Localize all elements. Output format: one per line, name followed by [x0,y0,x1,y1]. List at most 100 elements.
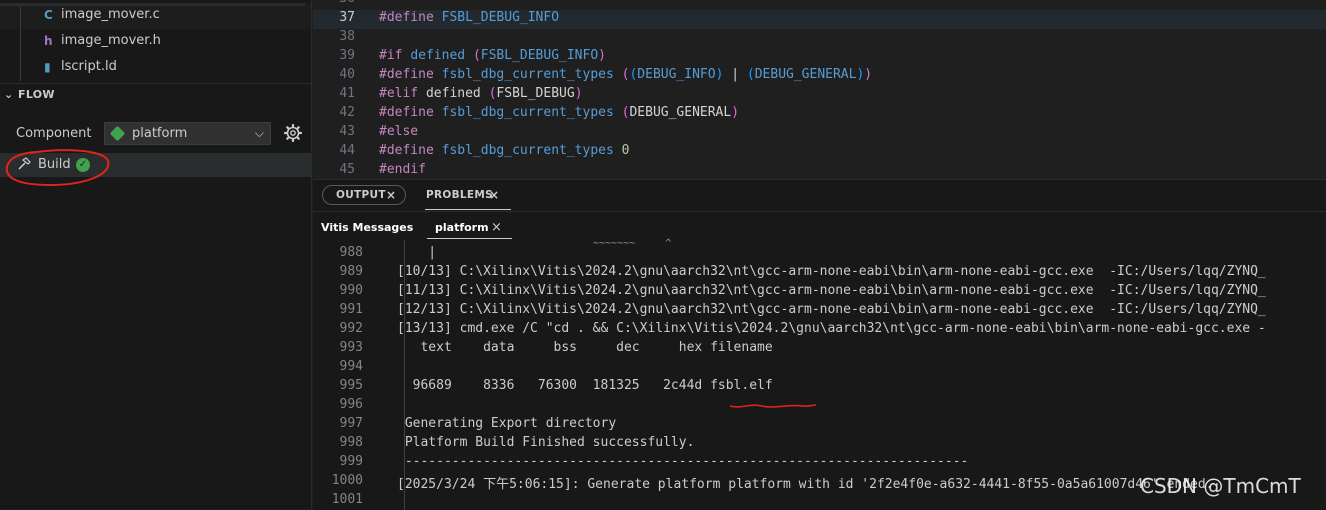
output-line-number: 989 [339,264,363,279]
output-line-number: 994 [339,359,363,374]
tree-indent-guide [20,29,21,55]
bottom-panel: OUTPUT × PROBLEMS × Vitis Messages platf… [313,179,1326,510]
output-line-number: 992 [339,321,363,336]
file-item-image-mover-c[interactable]: C image_mover.c [0,3,311,29]
tab-label: PROBLEMS [426,189,493,201]
component-label: Component [16,126,92,141]
close-icon[interactable]: × [489,188,499,202]
subtab-platform[interactable]: platform [435,221,489,234]
code-token: #define [379,105,442,120]
platform-icon [109,125,126,142]
close-icon[interactable]: × [491,220,502,235]
tab-label: OUTPUT [336,189,386,201]
output-line: 997 Generating Export directory [313,416,1326,435]
subtab-vitis-messages[interactable]: Vitis Messages [321,221,413,234]
code-text: #if defined (FSBL_DEBUG_INFO) [379,48,606,63]
output-line: 991 [12/13] C:\Xilinx\Vitis\2024.2\gnu\aa… [313,302,1326,321]
code-token: #elif [379,86,426,101]
output-line-number: 993 [339,340,363,355]
line-number: 38 [339,29,355,44]
code-token: ) [598,48,606,63]
output-text: [13/13] cmd.exe /C "cd . && C:\Xilinx\Vi… [397,321,1266,336]
line-number: 44 [339,143,355,158]
code-token: ( [746,67,755,82]
component-select[interactable]: platform ⌵ [104,122,271,145]
code-text: #define fsbl_dbg_current_types (DEBUG_GE… [379,105,739,120]
line-number: 36 [313,0,355,6]
output-line-number: 1001 [331,492,363,507]
code-token: fsbl_dbg_current_types [441,105,622,120]
code-line[interactable]: 38 [313,29,1326,48]
code-token: ) [864,67,873,82]
code-text: #endif [379,162,426,177]
output-line-number: 990 [339,283,363,298]
code-text: #define fsbl_dbg_current_types 0 [379,143,629,158]
code-token: 0 [621,143,630,158]
code-line[interactable]: 39 #if defined (FSBL_DEBUG_INFO) [313,48,1326,67]
output-text: | [397,245,437,260]
flow-section-header[interactable]: ⌄ FLOW [0,83,311,106]
output-text: Platform Build Finished successfully. [397,435,695,450]
line-number: 42 [339,105,355,120]
code-token: #define [379,67,442,82]
output-line: 990 [11/13] C:\Xilinx\Vitis\2024.2\gnu\aa… [313,283,1326,302]
code-text: #else [379,124,418,139]
document-file-icon: ▮ [44,60,51,74]
close-icon[interactable]: × [386,188,396,202]
output-line: 989 [10/13] C:\Xilinx\Vitis\2024.2\gnu\aa… [313,264,1326,283]
line-number: 41 [339,86,355,101]
code-token: ( [472,48,481,63]
output-text: 96689 8336 76300 181325 2c44d fsbl.elf [397,378,773,393]
tab-problems[interactable]: PROBLEMS × [425,185,515,205]
output-line: 994 [313,359,1326,378]
code-token: FSBL_DEBUG [496,86,575,101]
output-line: 993 text data bss dec hex filename [313,340,1326,359]
output-line-number: 1000 [331,473,363,488]
gear-icon[interactable] [284,124,302,142]
code-line[interactable]: 44 #define fsbl_dbg_current_types 0 [313,143,1326,162]
code-line[interactable]: 42 #define fsbl_dbg_current_types (DEBUG_… [313,105,1326,124]
code-line[interactable]: 37 #define FSBL_DEBUG_INFO [313,10,1326,29]
code-line[interactable]: 41 #elif defined (FSBL_DEBUG) [313,86,1326,105]
code-token: DEBUG_GENERAL [754,67,857,82]
code-text: #elif defined (FSBL_DEBUG) [379,86,583,101]
output-line: 988 | [313,245,1326,264]
code-token: #define [379,143,442,158]
line-number: 43 [339,124,355,139]
code-line[interactable]: 36 [313,0,1326,10]
code-token: fsbl_dbg_current_types [441,143,622,158]
output-text: [12/13] C:\Xilinx\Vitis\2024.2\gnu\aarch… [397,302,1266,317]
output-text: [11/13] C:\Xilinx\Vitis\2024.2\gnu\aarch… [397,283,1266,298]
tab-output[interactable]: OUTPUT × [322,185,406,205]
output-line: 995 96689 8336 76300 181325 2c44d fsbl.e… [313,378,1326,397]
output-line-number: 999 [339,454,363,469]
output-text: ----------------------------------------… [397,454,969,469]
active-subtab-indicator [427,238,512,239]
output-line-number: 991 [339,302,363,317]
code-editor[interactable]: 36 37 #define FSBL_DEBUG_INFO 38 39 #if defin… [313,0,1326,179]
file-item-image-mover-h[interactable]: h image_mover.h [0,29,311,55]
code-token: | [723,67,747,82]
output-line-number: 995 [339,378,363,393]
code-line[interactable]: 43 #else [313,124,1326,143]
tree-indent-guide [20,3,21,29]
file-item-lscript-ld[interactable]: ▮ lscript.ld [0,55,311,81]
c-file-icon: C [44,8,53,22]
file-name: image_mover.h [61,33,161,48]
code-token: DEBUG_INFO [637,67,716,82]
output-text: Generating Export directory [397,416,617,431]
output-line: 998 Platform Build Finished successfully… [313,435,1326,454]
explorer-sidebar: C image_mover.c h image_mover.h ▮ lscrip… [0,0,312,509]
h-file-icon: h [44,34,53,48]
code-line[interactable]: 45 #endif [313,162,1326,179]
code-token: #define [379,10,442,25]
code-line[interactable]: 40 #define fsbl_dbg_current_types ((DEBUG… [313,67,1326,86]
red-annotation-underline [729,404,817,408]
output-text: [2025/3/24 下午5:06:15]: Generate platform… [397,477,1214,492]
output-line-number: 997 [339,416,363,431]
code-token: ) [574,86,583,101]
code-token: #if [379,48,411,63]
line-number: 39 [339,48,355,63]
file-name: lscript.ld [61,59,117,74]
output-line: 996 [313,397,1326,416]
